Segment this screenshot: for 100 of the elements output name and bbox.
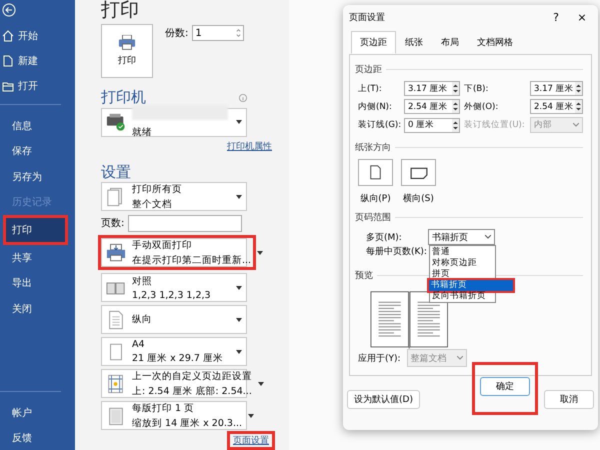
section-heading: 页边距 [355, 63, 583, 76]
tab[interactable]: 文档网格 [468, 31, 522, 54]
spin-arrows-icon [452, 100, 459, 113]
sidebar-item[interactable]: 关闭 [0, 296, 75, 322]
landscape-page-icon [410, 166, 428, 180]
spin-field[interactable]: 3.17 厘米 [404, 81, 460, 96]
caret-icon [236, 286, 242, 290]
printer-icon [106, 112, 126, 132]
setting-text: 手动双面打印 [132, 238, 193, 252]
sidebar-item[interactable]: 信息 [0, 113, 75, 138]
home-icon [2, 30, 14, 42]
portrait-page-icon [369, 165, 382, 180]
spin-field[interactable]: 3.17 厘米 [530, 81, 583, 96]
back-icon [2, 3, 16, 17]
page-setup-link[interactable]: 页面设置 [233, 436, 269, 446]
caret-icon [236, 350, 242, 354]
setting-dropdown[interactable]: A4 21 厘米 x 29.7 厘米 [101, 337, 247, 366]
ok-button[interactable]: 确定 [480, 377, 530, 396]
chevron-icon [456, 356, 463, 360]
folder-icon [2, 80, 14, 92]
section-heading: 打印机 [101, 88, 146, 108]
caret-icon [248, 414, 254, 418]
setting-text: 整个文档 [132, 198, 173, 210]
option-label: 横向(S) [403, 192, 434, 205]
setting-text: 缩放到 14 厘米 x 20.3... [132, 416, 242, 430]
setting-dropdown[interactable]: 对照 1,2,3 1,2,3 1,2,3 [101, 273, 247, 302]
caret-icon [236, 120, 242, 124]
copies-field[interactable]: 1 [192, 25, 244, 42]
dropdown-option[interactable]: 对称页边距 [430, 258, 495, 269]
page-title: 打印 [101, 0, 140, 23]
field-label: 应用于(Y): [358, 352, 401, 364]
spin-arrows-icon [236, 28, 242, 38]
tab[interactable]: 页边距 [351, 31, 396, 54]
spin-field[interactable]: 0 厘米 [404, 118, 460, 132]
setting-text: 打印所有页 [132, 182, 183, 196]
orientation-button[interactable] [358, 159, 393, 186]
sidebar-item[interactable]: 新建 [18, 54, 38, 68]
sidebar-item[interactable]: 打开 [18, 78, 38, 92]
field-label: 页数: [101, 217, 124, 230]
setting-dropdown[interactable]: 纵向 [101, 305, 247, 334]
help-button[interactable]: ? [546, 10, 566, 24]
chevron-icon [485, 235, 491, 239]
cancel-button[interactable]: 取消 [544, 390, 594, 409]
sidebar-item[interactable]: 保存 [0, 138, 75, 164]
dialog-title: 页面设置 [349, 12, 386, 24]
sidebar-item[interactable]: 共享 [0, 245, 75, 270]
field-label: 多页(M): [366, 232, 403, 244]
sidebar-item[interactable]: 打印 [6, 218, 65, 242]
spin-arrows-icon [575, 82, 582, 95]
field-label: 装订线位置(U): [464, 119, 526, 131]
page-icon [2, 54, 14, 66]
caret-icon [236, 194, 242, 198]
section-heading: 页码范围 [355, 211, 583, 224]
tab[interactable]: 纸张 [396, 31, 432, 54]
printer-dropdown[interactable]: 就绪 [101, 108, 247, 137]
spin-arrows-icon [452, 118, 459, 132]
orientation-button[interactable] [401, 159, 436, 186]
caret-icon [258, 382, 264, 386]
printer-icon [118, 35, 136, 50]
page-icon [106, 406, 126, 426]
option-label: 纵向(P) [360, 192, 391, 205]
sidebar-item[interactable]: 另存为 [0, 164, 75, 190]
field-label: 上(T): [358, 82, 383, 94]
setting-text: 每版打印 1 页 [132, 402, 196, 414]
margins-icon [106, 374, 126, 394]
dropdown-option[interactable]: 书籍折页 [429, 280, 513, 291]
field-label: 每册中页数(K): [366, 246, 428, 258]
spin-arrows-icon [575, 100, 582, 113]
spin-arrows-icon [452, 82, 459, 95]
sidebar-item[interactable]: 帐户 [0, 400, 75, 425]
spin-field[interactable]: 2.54 厘米 [404, 99, 460, 114]
field-label: 份数: [165, 27, 188, 40]
page-icon [106, 310, 126, 330]
printer-properties-link[interactable]: 打印机属性 [227, 140, 272, 153]
setting-dropdown[interactable]: 打印所有页 整个文档 [101, 182, 247, 211]
print-button[interactable]: 打印 [101, 24, 153, 78]
field-label: 装订线(G): [358, 119, 402, 131]
section-heading: 设置 [101, 162, 131, 182]
setting-text: 21 厘米 x 29.7 厘米 [132, 352, 224, 364]
setting-text: 纵向 [132, 313, 153, 326]
spin-field[interactable]: 2.54 厘米 [530, 99, 583, 114]
caret-icon [236, 318, 242, 322]
pages-field[interactable] [128, 214, 242, 232]
info-icon [239, 94, 247, 102]
setting-text: A4 [132, 338, 146, 350]
sidebar-item[interactable]: 导出 [0, 270, 75, 296]
sidebar-item[interactable]: 反馈 [0, 425, 75, 450]
field-label: 外侧(O): [464, 100, 500, 112]
caret-icon [257, 250, 264, 254]
printer-icon [106, 242, 126, 262]
set-default-button[interactable]: 设为默认值(D) [347, 390, 420, 409]
dropdown-option[interactable]: 普通 [430, 247, 495, 258]
dropdown-option[interactable]: 反向书籍折页 [430, 291, 495, 302]
section-heading: 纸张方向 [355, 141, 583, 154]
close-button[interactable]: × [572, 10, 592, 24]
sidebar-item[interactable]: 开始 [18, 28, 38, 42]
chevron-icon [573, 123, 579, 127]
field-label: 内侧(N): [358, 100, 393, 112]
dropdown-option[interactable]: 拼页 [430, 269, 495, 280]
tab[interactable]: 布局 [432, 31, 468, 54]
